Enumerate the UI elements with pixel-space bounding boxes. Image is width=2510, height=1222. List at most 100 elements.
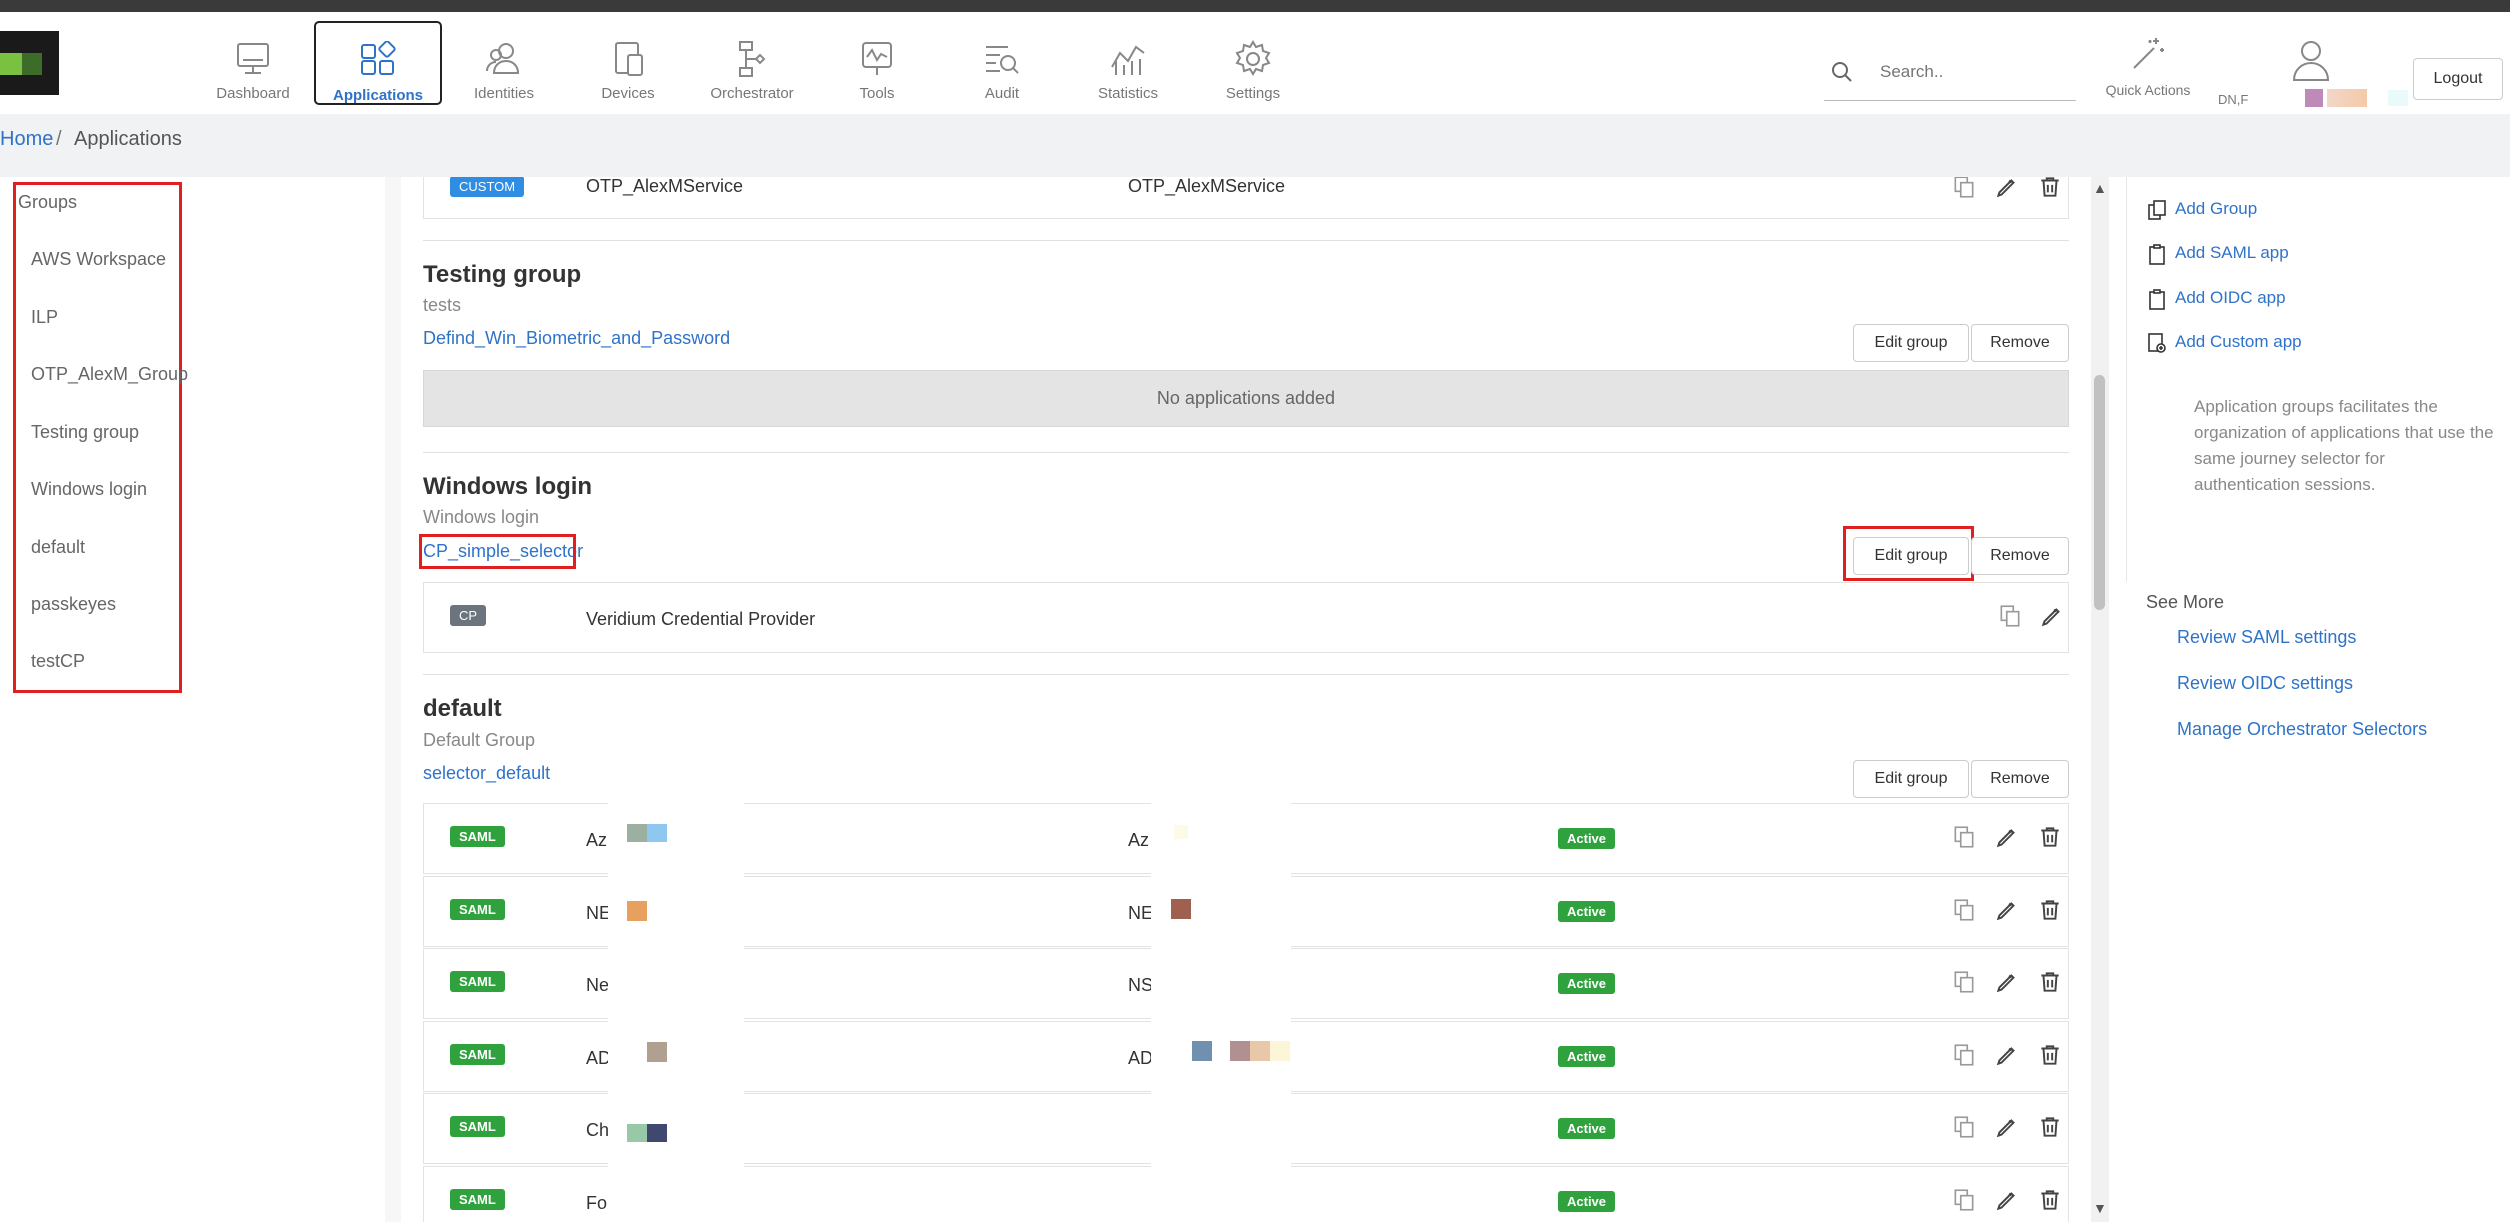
group-description: tests	[423, 295, 462, 315]
remove-group-button[interactable]: Remove	[1971, 537, 2069, 575]
trash-icon[interactable]	[2037, 824, 2063, 850]
type-badge: SAML	[450, 1116, 505, 1137]
edit-group-highlight-box	[1843, 526, 1974, 581]
brand-logo[interactable]	[0, 31, 59, 95]
scroll-up-arrow-icon[interactable]: ▲	[2093, 180, 2107, 196]
type-badge: CUSTOM	[450, 177, 525, 197]
add-saml-app-link[interactable]: Add SAML app	[2149, 243, 2289, 265]
trash-icon[interactable]	[2037, 969, 2063, 995]
breadcrumb-home[interactable]: Home	[0, 128, 53, 151]
nav-settings[interactable]: Settings	[1189, 21, 1317, 105]
group-title: default	[423, 695, 502, 722]
edit-icon[interactable]	[1994, 969, 2020, 995]
copy-icon[interactable]	[1951, 897, 1977, 923]
nav-label: Audit	[984, 85, 1020, 102]
edit-group-button[interactable]: Edit group	[1853, 324, 1969, 362]
app-name: Veridium Credential Provider	[586, 609, 816, 629]
quick-actions-button[interactable]: Quick Actions	[2098, 34, 2198, 98]
search-icon	[1832, 62, 1852, 82]
type-badge: CP	[450, 605, 487, 626]
status-badge: Active	[1558, 1118, 1616, 1139]
user-icon[interactable]	[2291, 38, 2331, 82]
trash-icon[interactable]	[2037, 897, 2063, 923]
status-badge: Active	[1558, 1190, 1616, 1212]
sidebar-item-passkeyes[interactable]: passkeyes	[31, 594, 116, 615]
nav-statistics[interactable]: Statistics	[1064, 21, 1192, 105]
add-group-link[interactable]: Add Group	[2148, 199, 2258, 220]
edit-icon[interactable]	[1994, 1042, 2020, 1068]
add-custom-app-link[interactable]: Add Custom app	[2148, 332, 2302, 353]
manage-orchestrator-selectors-link[interactable]: Manage Orchestrator Selectors	[2177, 719, 2427, 740]
trash-icon[interactable]	[2037, 1187, 2063, 1213]
edit-icon[interactable]	[2039, 603, 2065, 629]
magic-wand-icon	[2133, 38, 2164, 69]
group-title: Testing group	[423, 261, 582, 288]
scrollbar-thumb[interactable]	[2094, 375, 2105, 610]
groups-content: CUSTOM OTP_AlexMService OTP_AlexMService…	[401, 177, 2093, 1222]
statistics-icon	[1111, 45, 1145, 75]
sidebar-item-windows-login[interactable]: Windows login	[31, 479, 147, 500]
app-id: Az	[1128, 830, 1150, 850]
group-selector-link[interactable]: Defind_Win_Biometric_and_Password	[423, 328, 730, 349]
clipboard-icon	[2149, 244, 2165, 265]
type-badge: SAML	[450, 898, 505, 920]
nav-applications[interactable]: Applications	[314, 21, 442, 105]
logout-button[interactable]: Logout	[2413, 58, 2503, 100]
status-badge: Active	[1558, 973, 1616, 994]
edit-icon[interactable]	[1994, 897, 2020, 923]
nav-identities[interactable]: Identities	[440, 21, 568, 105]
edit-icon[interactable]	[1994, 824, 2020, 850]
app-id: OTP_AlexMService	[1128, 177, 1286, 196]
copy-icon[interactable]	[1951, 1187, 1977, 1213]
sidebar-item-testcp[interactable]: testCP	[31, 651, 85, 672]
search-input[interactable]	[1878, 56, 2072, 88]
review-oidc-settings-link[interactable]: Review OIDC settings	[2177, 673, 2353, 694]
quick-action-label: Add Group	[2175, 199, 2258, 218]
edit-icon[interactable]	[1994, 1187, 2020, 1213]
nav-tools[interactable]: Tools	[813, 21, 941, 105]
type-badge: SAML	[450, 1043, 505, 1065]
nav-dashboard[interactable]: Dashboard	[189, 21, 317, 105]
copy-icon[interactable]	[1951, 1114, 1977, 1140]
content-scrollbar[interactable]	[2091, 177, 2109, 1222]
nav-label: Orchestrator	[710, 85, 794, 102]
breadcrumb: Home / Applications	[0, 114, 2510, 177]
divider	[423, 674, 2069, 675]
sidebar-item-default[interactable]: default	[31, 537, 85, 558]
breadcrumb-separator: /	[56, 128, 62, 150]
nav-label: Settings	[1225, 85, 1281, 102]
edit-group-button[interactable]: Edit group	[1853, 760, 1969, 798]
group-selector-link[interactable]: selector_default	[423, 763, 550, 784]
app-name: OTP_AlexMService	[586, 177, 744, 196]
copy-icon[interactable]	[1951, 969, 1977, 995]
sidebar-item-otp-alexm-group[interactable]: OTP_AlexM_Group	[31, 364, 188, 385]
flow-icon	[739, 41, 766, 77]
trash-icon[interactable]	[2037, 1114, 2063, 1140]
redacted-swatch	[1230, 1041, 1250, 1061]
remove-group-button[interactable]: Remove	[1971, 760, 2069, 798]
add-oidc-app-link[interactable]: Add OIDC app	[2149, 288, 2286, 310]
edit-icon[interactable]	[1994, 1114, 2020, 1140]
scroll-down-arrow-icon[interactable]: ▼	[2093, 1200, 2107, 1216]
nav-orchestrator[interactable]: Orchestrator	[688, 21, 816, 105]
trash-icon[interactable]	[2037, 177, 2063, 200]
sidebar-item-ilp[interactable]: ILP	[31, 307, 58, 328]
nav-devices[interactable]: Devices	[564, 21, 692, 105]
copy-icon[interactable]	[1951, 177, 1977, 200]
users-icon	[486, 43, 520, 74]
trash-icon[interactable]	[2037, 1042, 2063, 1068]
review-saml-settings-link[interactable]: Review SAML settings	[2177, 627, 2356, 648]
sidebar-item-aws-workspace[interactable]: AWS Workspace	[31, 249, 166, 270]
edit-icon[interactable]	[1994, 177, 2020, 200]
remove-group-button[interactable]: Remove	[1971, 324, 2069, 362]
group-title: Windows login	[423, 473, 593, 500]
sidebar-item-testing-group[interactable]: Testing group	[31, 422, 139, 443]
copy-icon[interactable]	[1997, 603, 2023, 629]
monitor-icon	[237, 43, 269, 74]
copy-icon[interactable]	[1951, 1042, 1977, 1068]
status-badge: Active	[1558, 900, 1616, 922]
copy-icon	[2148, 200, 2166, 220]
copy-icon[interactable]	[1951, 824, 1977, 850]
nav-audit[interactable]: Audit	[938, 21, 1066, 105]
redacted-swatch	[1171, 899, 1191, 919]
